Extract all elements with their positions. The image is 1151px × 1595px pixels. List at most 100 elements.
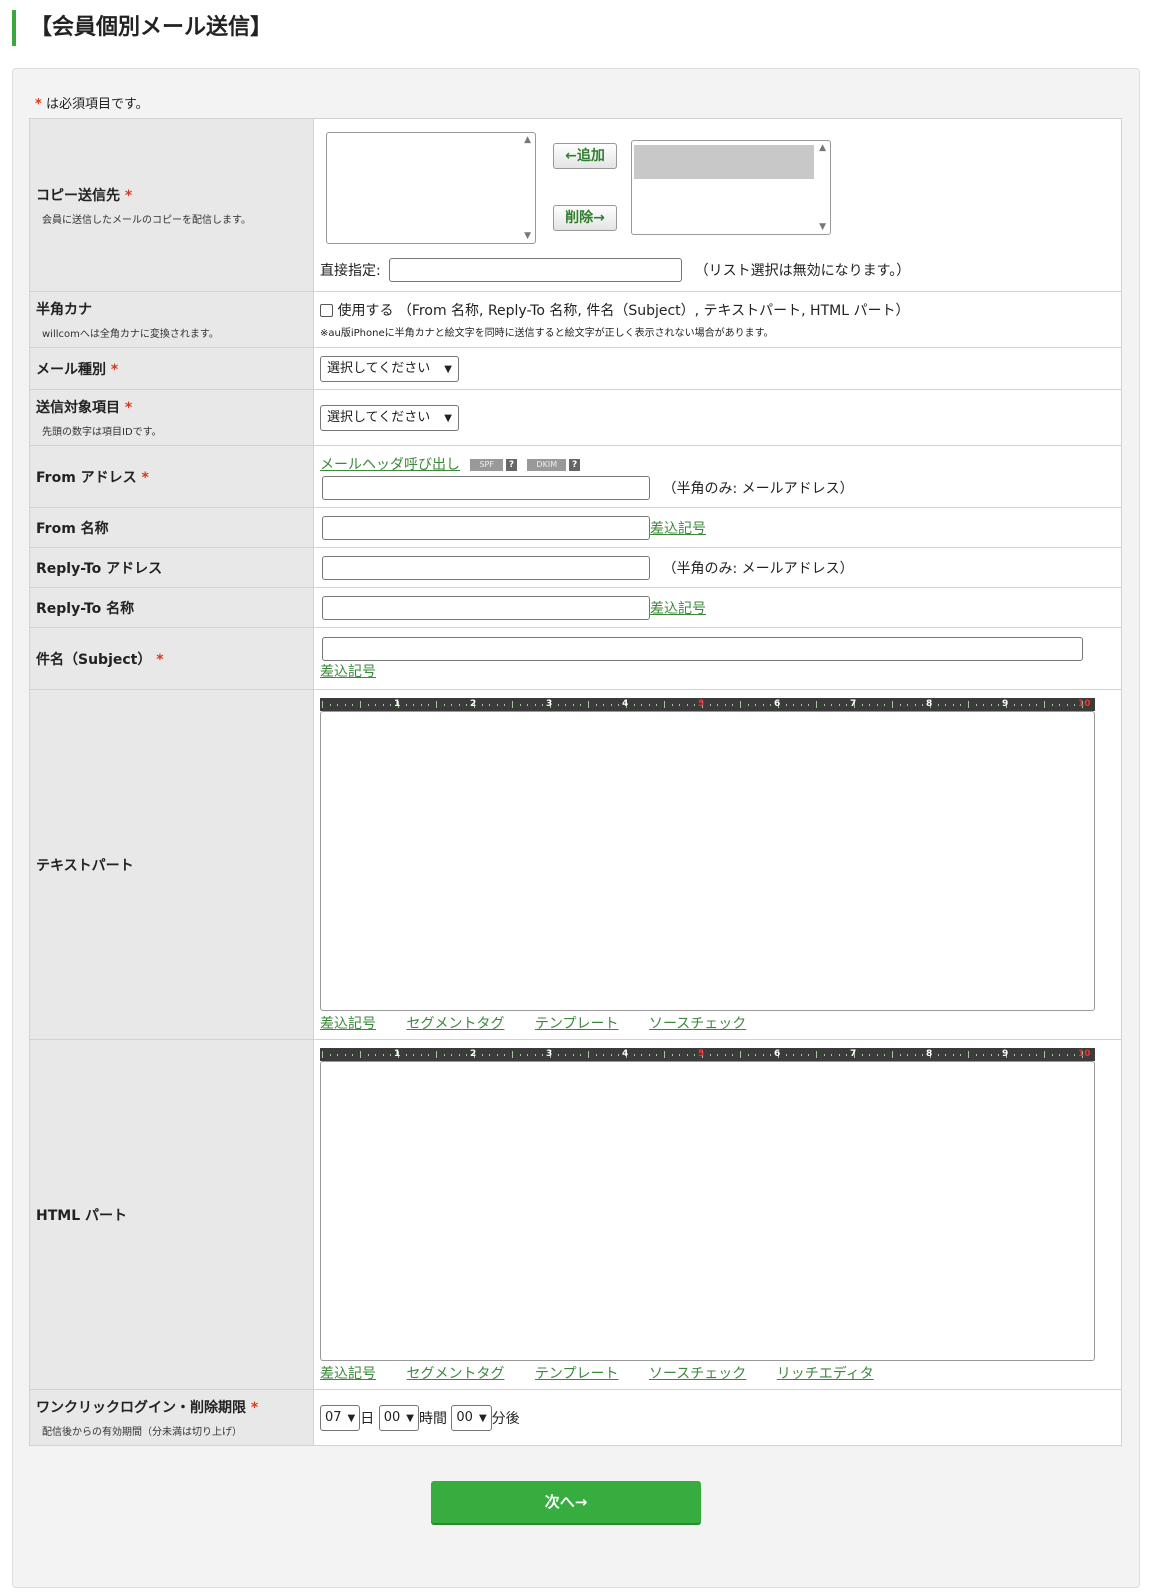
html-rich-editor-link[interactable]: リッチエディタ [777,1366,874,1382]
text-part-editor[interactable] [320,711,1095,1011]
ruler-tick [861,1054,863,1056]
ruler-number: 1 [394,1049,401,1059]
ruler-tick [709,1054,711,1056]
scroll-up-icon[interactable]: ▲ [524,135,531,145]
ruler-tick [983,704,985,706]
ruler-tick [580,704,582,706]
ruler-number: 6 [774,699,781,709]
ruler-number: 9 [1002,699,1009,709]
expiry-minutes-select[interactable]: 00 ▼ [451,1404,492,1431]
ruler-tick [679,704,681,706]
ruler-tick [413,1054,415,1056]
ruler-tick [375,1054,377,1056]
html-source-check-link[interactable]: ソースチェック [649,1366,746,1382]
ruler-tick [451,1054,453,1056]
text-insert-link[interactable]: 差込記号 [320,1016,376,1032]
dkim-help-icon[interactable]: ? [569,458,581,471]
ruler-tick [762,704,764,706]
ruler-tick [899,704,901,706]
expiry-days-select[interactable]: 07 ▼ [320,1404,361,1431]
label-subject: 件名（Subject） * [29,627,314,690]
ruler-tick [838,1054,840,1056]
ruler-tick [428,1054,430,1056]
scroll-down-icon[interactable]: ▼ [819,222,826,232]
ruler-tick [519,1054,521,1056]
ruler-tick [367,704,369,706]
field-mail-type: 選択してください ▼ [313,347,1122,390]
from-address-input[interactable] [322,475,650,500]
copy-label: コピー送信先 [36,187,120,204]
ruler-tick [1074,1054,1076,1056]
member-list-left[interactable]: ▲ ▼ [326,132,536,244]
ruler-tick [884,704,886,706]
target-field-select[interactable]: 選択してください ▼ [320,404,459,431]
ruler-tick [945,704,947,706]
from-name-insert-link[interactable]: 差込記号 [650,521,706,537]
row-copy: コピー送信先 * 会員に送信したメールのコピーを配信します。 ▲ ▼ ←追加 削… [29,118,1122,292]
ruler-tick [443,704,445,706]
selected-item[interactable] [634,145,814,179]
field-from-address: メールヘッダ呼び出し SPF? DKIM? （半角のみ: メールアドレス） [313,445,1122,508]
ruler-number: 1 [394,699,401,709]
chevron-down-icon: ▼ [444,412,452,424]
field-subject: 差込記号 [313,627,1122,690]
header-call-link[interactable]: メールヘッダ呼び出し [320,457,460,473]
mail-type-label: メール種別 [36,361,106,378]
from-address-label: From アドレス [36,469,137,486]
field-hankaku: 使用する （From 名称, Reply-To 名称, 件名（Subject）,… [313,291,1122,348]
chevron-down-icon: ▼ [444,363,452,375]
ruler-tick [846,1054,848,1056]
page-title: 【会員個別メール送信】 [12,10,272,46]
field-target-field: 選択してください ▼ [313,389,1122,446]
add-button[interactable]: ←追加 [553,143,617,169]
ruler-tick [960,704,962,706]
ruler-tick [914,704,916,706]
remove-button[interactable]: 削除→ [553,205,617,231]
form-panel: * は必須項目です。 コピー送信先 * 会員に送信したメールのコピーを配信します… [12,68,1140,1588]
copy-list-right[interactable]: ▲ ▼ [631,140,831,235]
ruler-tick [816,701,817,708]
text-source-check-link[interactable]: ソースチェック [649,1016,746,1032]
ruler-tick [572,704,574,706]
ruler-tick [952,704,954,706]
ruler-tick [914,1054,916,1056]
spf-help-icon[interactable]: ? [505,458,517,471]
reply-to-name-insert-link[interactable]: 差込記号 [650,601,706,617]
ruler-tick [664,1051,665,1058]
scroll-down-icon[interactable]: ▼ [524,231,531,241]
next-button[interactable]: 次へ→ [431,1481,701,1523]
scroll-up-icon[interactable]: ▲ [819,143,826,153]
ruler-tick [451,704,453,706]
mail-type-selected: 選択してください [327,360,431,376]
ruler-tick [1044,701,1045,708]
ruler-tick [869,1054,871,1056]
ruler-tick [846,704,848,706]
field-reply-to-name: 差込記号 [313,587,1122,628]
ruler-tick [785,1054,787,1056]
text-template-link[interactable]: テンプレート [535,1016,619,1032]
from-name-input[interactable] [322,515,650,540]
subject-insert-link[interactable]: 差込記号 [320,664,376,680]
ruler-tick [793,1054,795,1056]
hankaku-checkbox[interactable] [320,303,333,317]
ruler-number: 5 [698,1049,705,1059]
ruler-tick [489,704,491,706]
reply-to-name-input[interactable] [322,595,650,620]
html-template-link[interactable]: テンプレート [535,1366,619,1382]
text-segment-tag-link[interactable]: セグメントタグ [406,1016,504,1032]
required-mark: * [156,651,164,668]
html-segment-tag-link[interactable]: セグメントタグ [406,1366,504,1382]
ruler-tick [945,1054,947,1056]
ruler-tick [572,1054,574,1056]
html-insert-link[interactable]: 差込記号 [320,1366,376,1382]
ruler-tick [1051,1054,1053,1056]
ruler-tick [466,1054,468,1056]
expiry-hours-select[interactable]: 00 ▼ [378,1404,419,1431]
direct-input[interactable] [389,258,683,282]
reply-to-address-input[interactable] [322,555,650,580]
html-part-editor[interactable] [320,1061,1095,1361]
direct-row: 直接指定: （リスト選択は無効になります。） [320,258,910,282]
mail-type-select[interactable]: 選択してください ▼ [320,355,459,382]
subject-input[interactable] [322,636,1083,661]
ruler-tick [527,1054,529,1056]
